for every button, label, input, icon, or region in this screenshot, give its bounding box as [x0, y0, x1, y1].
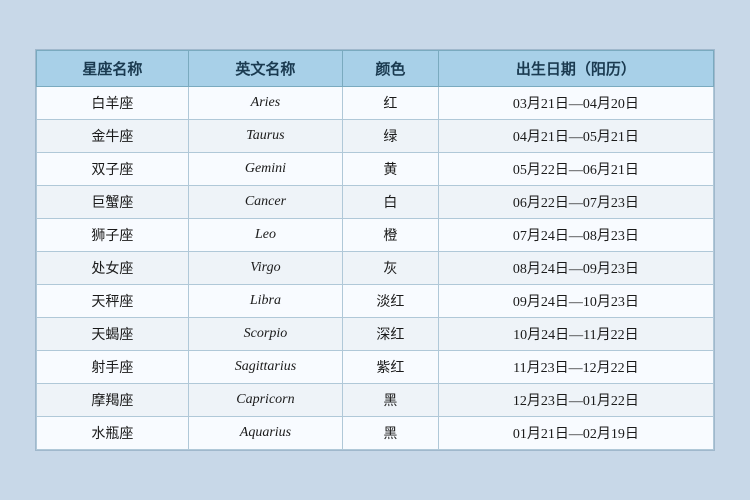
cell-chinese-name: 金牛座 [37, 120, 189, 153]
header-color: 颜色 [343, 51, 439, 87]
table-row: 狮子座Leo橙07月24日—08月23日 [37, 219, 714, 252]
cell-chinese-name: 天蝎座 [37, 318, 189, 351]
header-chinese-name: 星座名称 [37, 51, 189, 87]
zodiac-table: 星座名称 英文名称 颜色 出生日期（阳历） 白羊座Aries红03月21日—04… [36, 50, 714, 450]
cell-color: 红 [343, 87, 439, 120]
cell-english-name: Gemini [188, 153, 342, 186]
cell-english-name: Capricorn [188, 384, 342, 417]
table-body: 白羊座Aries红03月21日—04月20日金牛座Taurus绿04月21日—0… [37, 87, 714, 450]
cell-english-name: Aries [188, 87, 342, 120]
cell-dates: 07月24日—08月23日 [438, 219, 713, 252]
cell-dates: 09月24日—10月23日 [438, 285, 713, 318]
cell-color: 绿 [343, 120, 439, 153]
table-row: 金牛座Taurus绿04月21日—05月21日 [37, 120, 714, 153]
cell-english-name: Virgo [188, 252, 342, 285]
header-english-name: 英文名称 [188, 51, 342, 87]
table-row: 巨蟹座Cancer白06月22日—07月23日 [37, 186, 714, 219]
cell-dates: 05月22日—06月21日 [438, 153, 713, 186]
table-row: 水瓶座Aquarius黑01月21日—02月19日 [37, 417, 714, 450]
table-row: 天蝎座Scorpio深红10月24日—11月22日 [37, 318, 714, 351]
cell-chinese-name: 白羊座 [37, 87, 189, 120]
table-row: 射手座Sagittarius紫红11月23日—12月22日 [37, 351, 714, 384]
cell-english-name: Aquarius [188, 417, 342, 450]
table-row: 摩羯座Capricorn黑12月23日—01月22日 [37, 384, 714, 417]
cell-dates: 06月22日—07月23日 [438, 186, 713, 219]
cell-dates: 08月24日—09月23日 [438, 252, 713, 285]
cell-dates: 12月23日—01月22日 [438, 384, 713, 417]
cell-dates: 10月24日—11月22日 [438, 318, 713, 351]
cell-dates: 11月23日—12月22日 [438, 351, 713, 384]
cell-dates: 01月21日—02月19日 [438, 417, 713, 450]
cell-color: 黄 [343, 153, 439, 186]
cell-chinese-name: 狮子座 [37, 219, 189, 252]
cell-dates: 03月21日—04月20日 [438, 87, 713, 120]
cell-chinese-name: 双子座 [37, 153, 189, 186]
cell-color: 橙 [343, 219, 439, 252]
cell-chinese-name: 天秤座 [37, 285, 189, 318]
cell-color: 白 [343, 186, 439, 219]
cell-chinese-name: 巨蟹座 [37, 186, 189, 219]
cell-color: 黑 [343, 417, 439, 450]
table-row: 处女座Virgo灰08月24日—09月23日 [37, 252, 714, 285]
cell-chinese-name: 处女座 [37, 252, 189, 285]
cell-color: 深红 [343, 318, 439, 351]
cell-color: 黑 [343, 384, 439, 417]
cell-english-name: Cancer [188, 186, 342, 219]
cell-chinese-name: 射手座 [37, 351, 189, 384]
cell-english-name: Libra [188, 285, 342, 318]
cell-english-name: Sagittarius [188, 351, 342, 384]
cell-english-name: Scorpio [188, 318, 342, 351]
cell-chinese-name: 水瓶座 [37, 417, 189, 450]
cell-dates: 04月21日—05月21日 [438, 120, 713, 153]
cell-color: 灰 [343, 252, 439, 285]
cell-english-name: Leo [188, 219, 342, 252]
cell-color: 紫红 [343, 351, 439, 384]
table-header-row: 星座名称 英文名称 颜色 出生日期（阳历） [37, 51, 714, 87]
cell-chinese-name: 摩羯座 [37, 384, 189, 417]
zodiac-table-container: 星座名称 英文名称 颜色 出生日期（阳历） 白羊座Aries红03月21日—04… [35, 49, 715, 451]
table-row: 双子座Gemini黄05月22日—06月21日 [37, 153, 714, 186]
table-row: 白羊座Aries红03月21日—04月20日 [37, 87, 714, 120]
cell-color: 淡红 [343, 285, 439, 318]
table-row: 天秤座Libra淡红09月24日—10月23日 [37, 285, 714, 318]
header-dates: 出生日期（阳历） [438, 51, 713, 87]
cell-english-name: Taurus [188, 120, 342, 153]
